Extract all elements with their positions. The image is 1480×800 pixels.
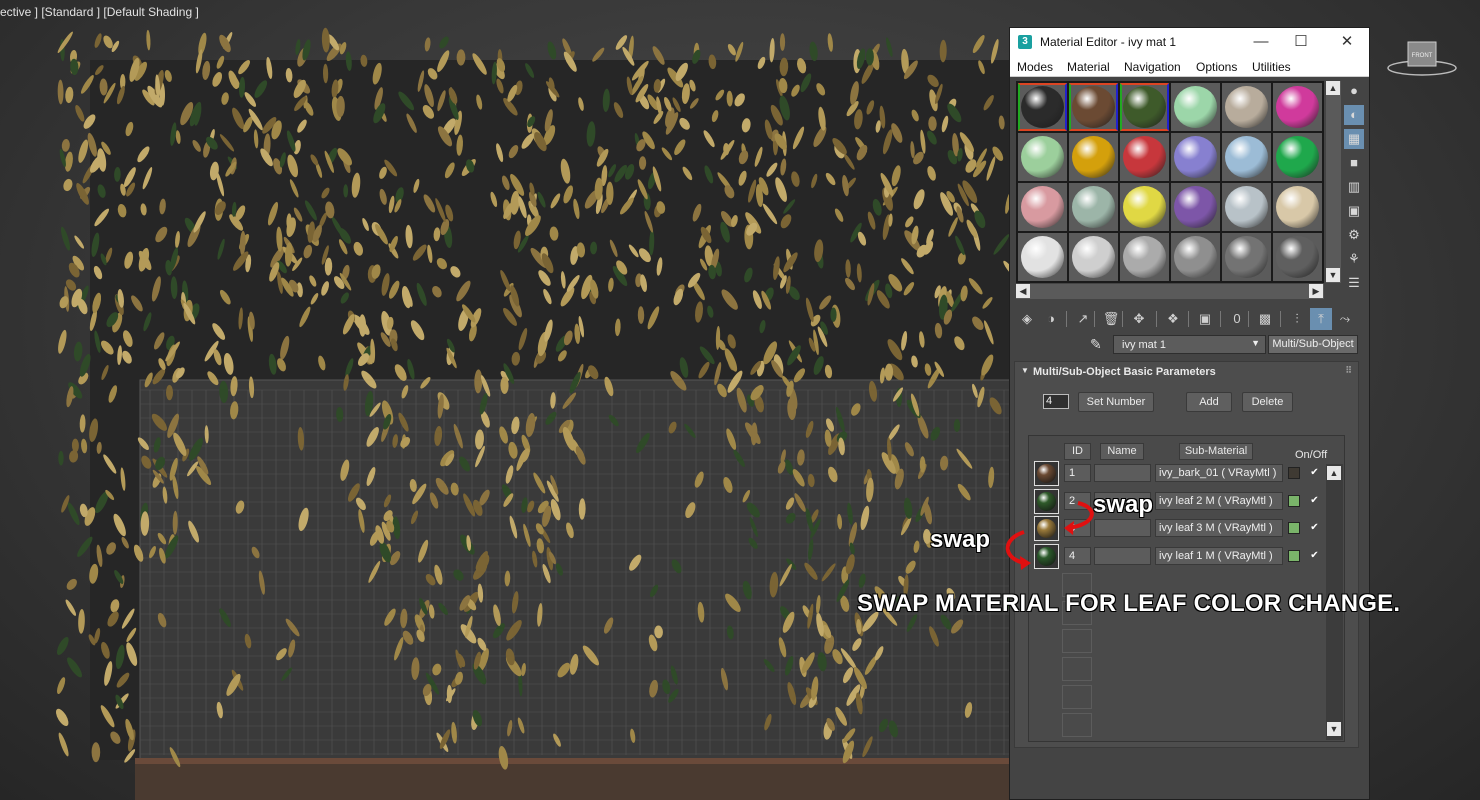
swap-annotation-left: swap <box>930 526 991 553</box>
instruction-caption: SWAP MATERIAL FOR LEAF COLOR CHANGE. <box>857 590 1401 617</box>
swap-arrows-overlay <box>1005 501 1094 570</box>
swap-annotation-right: swap <box>1093 491 1154 518</box>
